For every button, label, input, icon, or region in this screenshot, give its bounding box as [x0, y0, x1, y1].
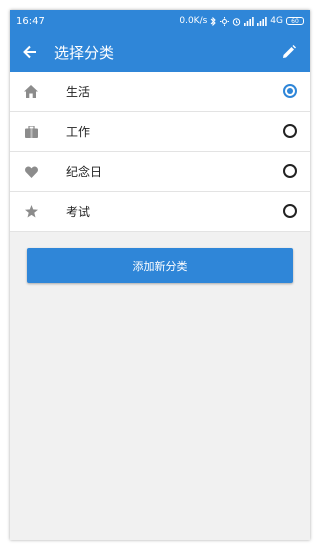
- category-list: 生活 工作 纪念日 考试: [10, 72, 310, 232]
- category-label: 生活: [66, 85, 91, 99]
- network-speed: 0.0K/s: [179, 16, 208, 26]
- category-item-work[interactable]: 工作: [10, 112, 310, 152]
- bluetooth-icon: [210, 16, 217, 26]
- brightness-icon: [220, 16, 230, 26]
- battery-icon: 60: [286, 17, 304, 25]
- heart-icon: [22, 163, 40, 181]
- pencil-icon: [283, 45, 296, 58]
- back-button[interactable]: [10, 32, 50, 72]
- home-icon: [22, 83, 40, 101]
- category-item-exam[interactable]: 考试: [10, 192, 310, 232]
- category-item-life[interactable]: 生活: [10, 72, 310, 112]
- add-category-button[interactable]: 添加新分类: [27, 248, 293, 283]
- network-type: 4G: [270, 16, 283, 26]
- arrow-back-icon: [23, 45, 36, 59]
- radio-unselected[interactable]: [283, 164, 297, 178]
- radio-selected[interactable]: [283, 84, 297, 98]
- category-label: 工作: [66, 125, 91, 139]
- star-icon: [22, 203, 40, 221]
- radio-unselected[interactable]: [283, 204, 297, 218]
- status-time: 16:47: [16, 15, 45, 27]
- category-label: 纪念日: [66, 165, 103, 179]
- category-item-anniversary[interactable]: 纪念日: [10, 152, 310, 192]
- category-label: 考试: [66, 205, 91, 219]
- radio-unselected[interactable]: [283, 124, 297, 138]
- edit-button[interactable]: [274, 32, 304, 72]
- app-bar: 选择分类: [10, 32, 310, 72]
- phone-screen: 16:47 0.0K/s 4G 60 选择分类 生活 工作 纪念日 考试 添加新…: [10, 10, 310, 540]
- status-indicators: 0.0K/s 4G 60: [179, 16, 304, 26]
- signal-icon: [244, 16, 254, 26]
- page-title: 选择分类: [54, 43, 115, 62]
- signal-icon-2: [257, 16, 267, 26]
- alarm-icon: [233, 17, 241, 26]
- briefcase-icon: [22, 123, 40, 141]
- status-bar: 16:47 0.0K/s 4G 60: [10, 10, 310, 32]
